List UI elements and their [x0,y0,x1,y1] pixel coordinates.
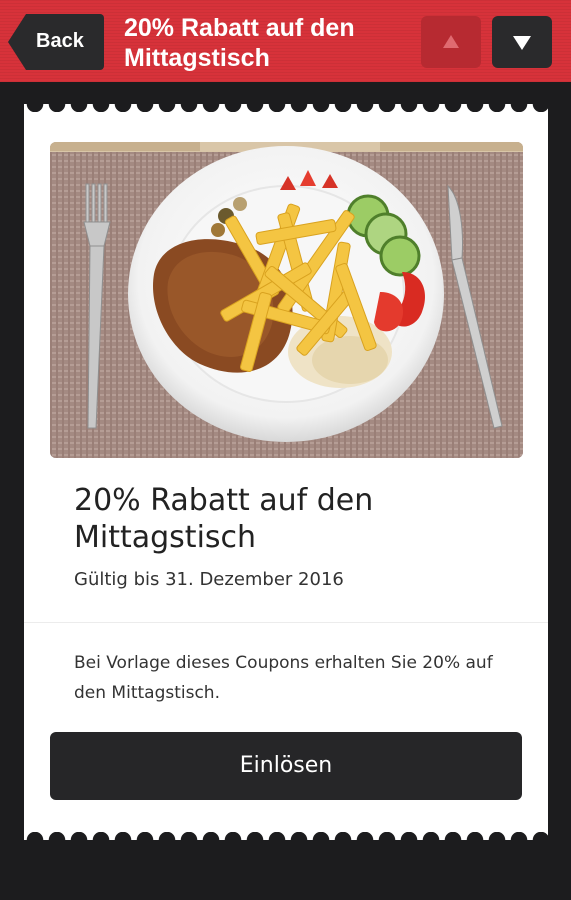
coupon-valid-until: Gültig bis 31. Dezember 2016 [74,569,344,590]
coupon-perforation-bottom [24,832,548,848]
coupon-description: Bei Vorlage dieses Coupons erhalten Sie … [74,653,493,703]
redeem-button[interactable]: Einlösen [50,732,522,800]
coupon-image [50,142,523,458]
next-coupon-button[interactable] [492,16,552,68]
divider [24,622,548,623]
back-button[interactable]: Back [8,14,104,70]
coupon-title: 20% Rabatt auf den Mittagstisch [74,483,374,555]
triangle-up-icon [443,35,459,48]
page-title: 20% Rabatt auf den Mittagstisch [124,14,355,72]
back-button-label: Back [36,30,84,52]
app-header: Back 20% Rabatt auf den Mittagstisch [0,0,571,84]
previous-coupon-button[interactable] [421,16,481,68]
coupon-perforation-top [24,96,548,112]
triangle-down-icon [513,36,531,50]
